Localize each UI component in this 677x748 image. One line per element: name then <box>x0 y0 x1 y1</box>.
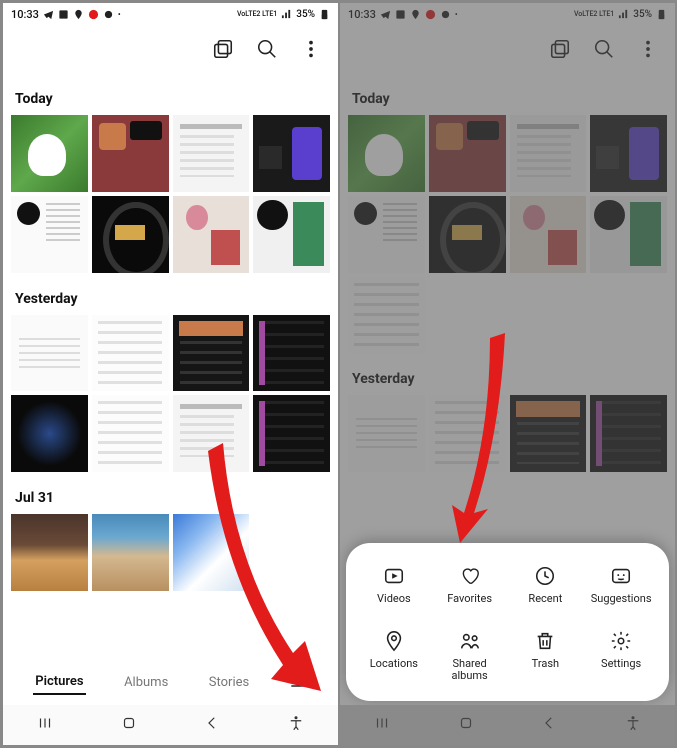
toolbar <box>3 25 338 73</box>
hamburger-icon[interactable] <box>288 671 308 695</box>
screenshot-icon <box>58 9 69 20</box>
sheet-label: Suggestions <box>591 593 652 606</box>
photo-thumb[interactable] <box>92 196 169 273</box>
nav-back-icon[interactable] <box>540 714 558 736</box>
nav-accessibility-icon[interactable] <box>287 714 305 736</box>
phone-left: 10:33 • VoLTE2 LTE1 35% Today <box>3 3 338 745</box>
tab-stories[interactable]: Stories <box>207 671 251 694</box>
nav-home-icon[interactable] <box>457 714 475 736</box>
sheet-videos[interactable]: Videos <box>356 565 432 606</box>
nav-home-icon[interactable] <box>120 714 138 736</box>
sheet-label: Favorites <box>447 593 492 606</box>
photo-thumb[interactable] <box>173 115 250 192</box>
notification-icon <box>103 9 114 20</box>
photo-thumb[interactable] <box>92 395 169 472</box>
status-dot: • <box>118 10 121 19</box>
sheet-trash[interactable]: Trash <box>508 630 584 683</box>
search-icon[interactable] <box>256 38 278 60</box>
section-jul31: Jul 31 <box>11 472 330 514</box>
status-time: 10:33 <box>11 8 39 21</box>
photo-thumb-empty <box>253 514 330 591</box>
more-icon[interactable] <box>300 38 322 60</box>
sheet-label: Settings <box>601 658 641 671</box>
sheet-label: Locations <box>370 658 418 671</box>
location-icon <box>383 630 405 652</box>
signal-label: VoLTE2 LTE1 <box>237 11 277 18</box>
clock-icon <box>534 565 556 587</box>
photo-thumb[interactable] <box>11 115 88 192</box>
sheet-label: Shared albums <box>452 658 488 683</box>
sheet-locations[interactable]: Locations <box>356 630 432 683</box>
sheet-label: Recent <box>528 593 562 606</box>
photo-thumb[interactable] <box>11 395 88 472</box>
nav-accessibility-icon[interactable] <box>624 714 642 736</box>
photo-thumb[interactable] <box>253 395 330 472</box>
airtel-icon <box>88 9 99 20</box>
sheet-label: Trash <box>532 658 559 671</box>
signal-icon <box>281 9 292 20</box>
photo-thumb[interactable] <box>92 514 169 591</box>
sheet-label: Videos <box>377 593 411 606</box>
location-icon <box>73 9 84 20</box>
photo-thumb[interactable] <box>92 115 169 192</box>
photo-thumb[interactable] <box>253 315 330 392</box>
heart-icon <box>459 565 481 587</box>
photo-thumb[interactable] <box>173 315 250 392</box>
shared-icon <box>459 630 481 652</box>
battery-icon <box>319 9 330 20</box>
bottom-tabs: Pictures Albums Stories <box>3 660 338 705</box>
photo-thumb[interactable] <box>173 514 250 591</box>
photo-thumb[interactable] <box>253 115 330 192</box>
phone-right: 10:33 • VoLTE2 LTE1 35% Today <box>340 3 675 745</box>
nav-recent-icon[interactable] <box>36 714 54 736</box>
video-icon <box>383 565 405 587</box>
photo-thumb[interactable] <box>11 514 88 591</box>
tab-pictures[interactable]: Pictures <box>33 670 85 695</box>
tab-albums[interactable]: Albums <box>122 671 170 694</box>
multi-select-icon[interactable] <box>212 38 234 60</box>
grid-today <box>11 115 330 273</box>
photo-thumb[interactable] <box>11 315 88 392</box>
telegram-icon <box>43 9 54 20</box>
gear-icon <box>610 630 632 652</box>
photo-thumb[interactable] <box>92 315 169 392</box>
nav-bar <box>340 705 675 745</box>
bottom-sheet: Videos Favorites Recent Suggestions Loca… <box>346 543 669 701</box>
battery-percent: 35% <box>296 9 315 20</box>
suggestion-icon <box>610 565 632 587</box>
nav-back-icon[interactable] <box>203 714 221 736</box>
section-today: Today <box>11 73 330 115</box>
photo-thumb[interactable] <box>173 196 250 273</box>
nav-bar <box>3 705 338 745</box>
sheet-suggestions[interactable]: Suggestions <box>583 565 659 606</box>
sheet-recent[interactable]: Recent <box>508 565 584 606</box>
nav-recent-icon[interactable] <box>373 714 391 736</box>
status-bar: 10:33 • VoLTE2 LTE1 35% <box>3 3 338 25</box>
photo-thumb[interactable] <box>173 395 250 472</box>
section-yesterday: Yesterday <box>11 273 330 315</box>
sheet-shared-albums[interactable]: Shared albums <box>432 630 508 683</box>
grid-yesterday <box>11 315 330 473</box>
sheet-favorites[interactable]: Favorites <box>432 565 508 606</box>
gallery-content[interactable]: Today Yesterday Jul 31 <box>3 73 338 673</box>
photo-thumb[interactable] <box>11 196 88 273</box>
sheet-settings[interactable]: Settings <box>583 630 659 683</box>
grid-jul31 <box>11 514 330 591</box>
photo-thumb[interactable] <box>253 196 330 273</box>
trash-icon <box>534 630 556 652</box>
